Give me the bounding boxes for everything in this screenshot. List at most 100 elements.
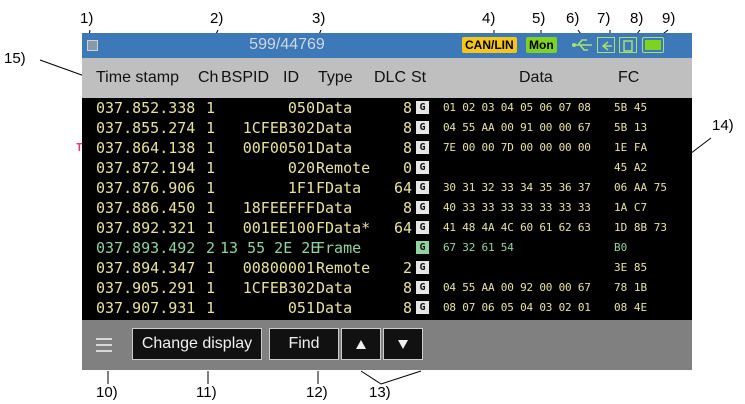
callout-11: 11) [196, 384, 217, 401]
timestamp-cell: 037.886.450 [96, 199, 196, 217]
type-cell: Remote [316, 159, 371, 177]
log-row[interactable]: 037.872.194 1 020 Remote 0 G 45 A2 [82, 158, 692, 178]
id-cell: 18FEEFFF [242, 199, 315, 217]
frame-counter: 599/44769 [249, 36, 325, 53]
dlc-cell: 8 [402, 199, 412, 217]
log-row[interactable]: 037.852.338 1 050 Data 8 G 01 02 03 04 05 06 0… [82, 98, 692, 118]
log-row[interactable]: 037.907.931 1 051 Data 8 G 08 07 06 05 04 03 0… [82, 298, 692, 318]
dlc-cell: 8 [402, 299, 412, 317]
timestamp-cell: 037.892.321 [96, 219, 196, 237]
status-cell: G [416, 221, 429, 234]
status-cell: G [416, 301, 429, 314]
log-row[interactable]: T 037.864.138 1 00F00501 Data 8 G 7E 00 00 7D 0… [76, 138, 692, 158]
channel-cell: 1 [206, 299, 216, 317]
col-id: ID [283, 69, 299, 86]
status-cell: G [416, 281, 429, 294]
type-cell: Data [316, 119, 353, 137]
log-row[interactable]: 037.855.274 1 1CFEB302 Data 8 G 04 55 AA 00 91… [82, 118, 692, 138]
type-cell: Remote [316, 259, 371, 277]
memory-icon [597, 37, 615, 53]
log-row[interactable]: 037.876.906 1 1F1 FData 64 G 30 31 32 33 34 35… [82, 178, 692, 198]
id-cell: 001EE100 [242, 219, 315, 237]
id-cell: 1CFEB302 [242, 279, 315, 297]
dlc-cell: 64 [393, 219, 412, 237]
stop-icon [87, 40, 98, 51]
status-cell: G [416, 241, 429, 254]
callout-7: 7) [597, 10, 611, 27]
data-cell: 04 55 AA 00 92 00 00 67 [443, 281, 591, 294]
col-data: Data [519, 69, 553, 86]
status-bar: 599/44769 CAN/LIN Mon [82, 33, 692, 58]
timestamp-cell: 037.894.347 [96, 259, 196, 277]
frame-log[interactable]: 037.852.338 1 050 Data 8 G 01 02 03 04 05 06 0… [76, 98, 692, 320]
fc-cell: B0 [614, 241, 628, 254]
data-cell: 67 32 61 54 [443, 241, 514, 254]
col-type: Type [318, 69, 353, 86]
callout-2: 2) [210, 10, 224, 27]
status-cell: G [416, 261, 429, 274]
callout-14: 14) [712, 117, 734, 134]
fc-cell: 08 4E [614, 301, 648, 314]
col-ch: Ch [198, 69, 219, 86]
scroll-up-button[interactable] [341, 328, 381, 360]
type-cell: Frame [316, 239, 362, 257]
col-st: St [411, 69, 427, 86]
type-cell: Data [316, 199, 353, 217]
fc-cell: 1A C7 [614, 201, 648, 214]
trigger-mark: T [76, 141, 83, 154]
dlc-cell: 2 [402, 259, 412, 277]
dlc-cell: 8 [402, 279, 412, 297]
type-cell: FData* [316, 219, 371, 237]
fc-cell: 3E 85 [614, 261, 648, 274]
channel-cell: 1 [206, 199, 216, 217]
dlc-cell: 8 [402, 119, 412, 137]
log-row[interactable]: 037.893.492 2 13 55 2E 2E Frame G 67 32 61 54… [82, 238, 692, 258]
type-cell: Data [316, 279, 353, 297]
id-cell: 13 55 2E 2E [220, 239, 320, 257]
dlc-cell: 8 [402, 139, 412, 157]
log-row[interactable]: 037.905.291 1 1CFEB302 Data 8 G 04 55 AA 00 92… [82, 278, 692, 298]
fc-cell: 1E FA [614, 141, 648, 154]
log-row[interactable]: 037.886.450 1 18FEEFFF Data 8 G 40 33 33 33 33… [82, 198, 692, 218]
status-cell: G [416, 161, 429, 174]
data-cell: 04 55 AA 00 91 00 00 67 [443, 121, 591, 134]
callout-6: 6) [566, 10, 580, 27]
type-cell: FData [316, 179, 362, 197]
channel-cell: 2 [206, 239, 216, 257]
find-button[interactable]: Find [269, 328, 339, 360]
card-icon [619, 37, 637, 53]
data-cell: 41 48 4A 4C 60 61 62 63 [443, 221, 591, 234]
callout-8: 8) [630, 10, 644, 27]
id-cell: 00800001 [242, 259, 315, 277]
change-display-button[interactable]: Change display [132, 328, 262, 360]
scroll-down-button[interactable] [383, 328, 423, 360]
log-row[interactable]: 037.894.347 1 00800001 Remote 2 G 3E 85 [82, 258, 692, 278]
monitor-screen: 599/44769 CAN/LIN Mon Time stamp Ch BSPI… [76, 33, 692, 370]
menu-icon[interactable] [96, 338, 112, 352]
callout-9: 9) [662, 10, 676, 27]
arrow-down-icon [398, 339, 408, 349]
fc-cell: 45 A2 [614, 161, 648, 174]
timestamp-cell: 037.893.492 [96, 239, 196, 257]
status-cell: G [416, 121, 429, 134]
status-cell: G [416, 201, 429, 214]
callout-15: 15) [4, 50, 26, 67]
battery-icon [642, 37, 664, 53]
channel-cell: 1 [206, 219, 216, 237]
timestamp-cell: 037.907.931 [96, 299, 196, 317]
fc-cell: 1D 8B 73 [614, 221, 667, 234]
type-cell: Data [316, 139, 353, 157]
log-row[interactable]: 037.892.321 1 001EE100 FData* 64 G 41 48 4A 4C… [82, 218, 692, 238]
callout-12: 12) [306, 384, 328, 401]
col-dlc: DLC [374, 69, 407, 86]
dlc-cell: 8 [402, 99, 412, 117]
channel-cell: 1 [206, 159, 216, 177]
channel-cell: 1 [206, 139, 216, 157]
mode-badge: Mon [526, 37, 557, 53]
id-cell: 1F1 [287, 179, 315, 197]
id-cell: 051 [287, 299, 315, 317]
timestamp-cell: 037.872.194 [96, 159, 196, 177]
status-cell: G [416, 141, 429, 154]
bottom-toolbar: Change display Find [82, 320, 692, 370]
fc-cell: 06 AA 75 [614, 181, 667, 194]
